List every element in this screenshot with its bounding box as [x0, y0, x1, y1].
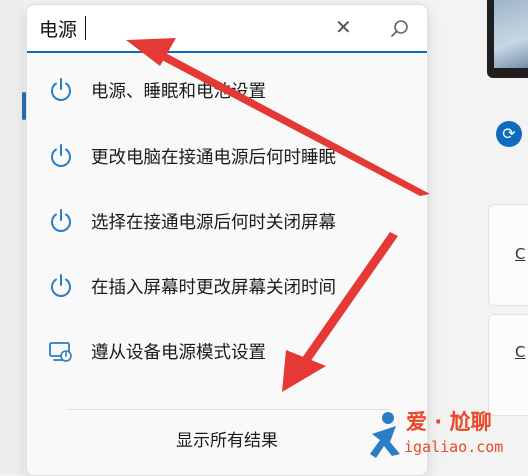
annotation-arrow-to-results [282, 232, 398, 392]
watermark-text-cn: 爱 · 尬聊 [406, 410, 492, 434]
watermark-text-domain: igaliao.com [404, 438, 504, 456]
annotation-arrow-to-search-box [126, 38, 430, 196]
watermark: 爱 · 尬聊 igaliao.com [366, 408, 526, 472]
annotation-arrows [126, 38, 430, 392]
watermark-logo-icon [370, 412, 400, 458]
